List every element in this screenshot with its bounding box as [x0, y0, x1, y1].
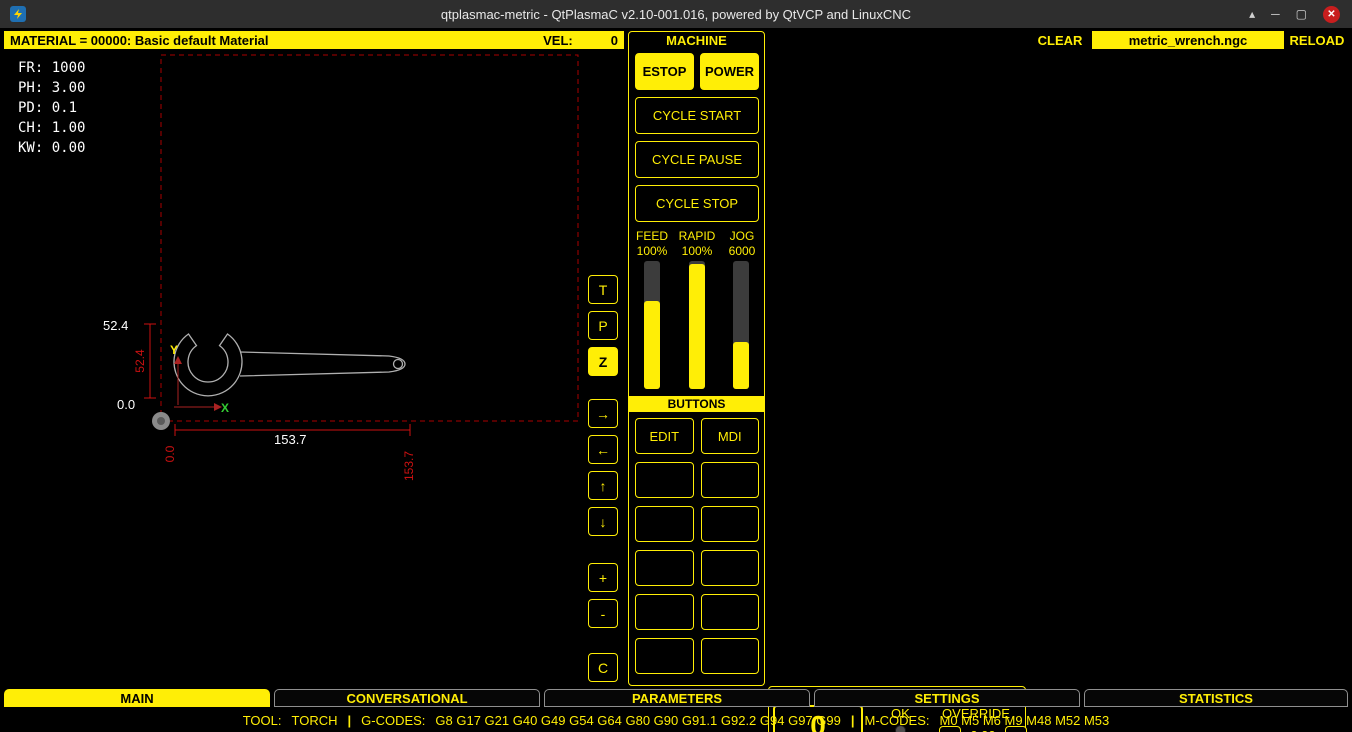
preview-area: Y X 52.4 0.0 153.7 52.4 0.0 153.7 FR: 10… — [4, 50, 624, 686]
material-selector[interactable]: MATERIAL = 00000: Basic default Material… — [4, 31, 624, 49]
status-divider: | — [851, 713, 855, 728]
user-button[interactable] — [701, 550, 760, 586]
cycle-stop-button[interactable]: CYCLE STOP — [635, 185, 759, 222]
rapid-label: RAPID — [675, 229, 719, 243]
machine-panel: MACHINE ESTOP POWER CYCLE START CYCLE PA… — [628, 31, 765, 686]
user-button[interactable] — [701, 594, 760, 630]
user-button[interactable] — [635, 462, 694, 498]
reload-button[interactable]: RELOAD — [1286, 31, 1348, 49]
zoom-out-button[interactable]: - — [588, 599, 618, 628]
view-p-button[interactable]: P — [588, 311, 618, 340]
machine-boundary — [161, 55, 578, 421]
cycle-pause-button[interactable]: CYCLE PAUSE — [635, 141, 759, 178]
feed-value: 100% — [630, 244, 674, 258]
dimension-lines — [144, 324, 410, 436]
material-label: MATERIAL = 00000: Basic default Material — [10, 33, 269, 48]
clear-button[interactable]: CLEAR — [1030, 31, 1090, 49]
mdi-button[interactable]: MDI — [701, 418, 760, 454]
tab-settings[interactable]: SETTINGS — [814, 689, 1080, 707]
user-button[interactable] — [701, 506, 760, 542]
feed-label: FEED — [630, 229, 674, 243]
rapid-value: 100% — [675, 244, 719, 258]
maximize-icon[interactable]: ▢ — [1296, 7, 1307, 21]
pan-down-button[interactable]: ↓ — [588, 507, 618, 536]
titlebar: qtplasmac-metric - QtPlasmaC v2.10-001.0… — [0, 0, 1352, 28]
shade-icon[interactable]: ▴ — [1249, 7, 1255, 21]
estop-button[interactable]: ESTOP — [635, 53, 694, 90]
velocity-value: 0 — [611, 33, 618, 48]
app-window: qtplasmac-metric - QtPlasmaC v2.10-001.0… — [0, 0, 1352, 732]
clear-plot-button[interactable]: C — [588, 653, 618, 682]
gcodes-label: G-CODES: — [361, 713, 425, 728]
dim-width-x: 153.7 — [274, 432, 307, 447]
tab-main[interactable]: MAIN — [4, 689, 270, 707]
minimize-icon[interactable]: ─ — [1271, 7, 1280, 21]
rapid-slider[interactable] — [689, 261, 705, 389]
dim-zero-y: 0.0 — [117, 397, 135, 412]
tool-label: TOOL: — [243, 713, 282, 728]
dim-zero-x-rotated: 0.0 — [163, 445, 177, 462]
tab-statistics[interactable]: STATISTICS — [1084, 689, 1348, 707]
user-button[interactable] — [701, 462, 760, 498]
user-button[interactable] — [635, 506, 694, 542]
pan-right-button[interactable]: → — [588, 399, 618, 428]
tab-parameters[interactable]: PARAMETERS — [544, 689, 810, 707]
feed-slider[interactable] — [644, 261, 660, 389]
power-button[interactable]: POWER — [700, 53, 759, 90]
jog-label: JOG — [720, 229, 764, 243]
status-divider: | — [347, 713, 351, 728]
window-title: qtplasmac-metric - QtPlasmaC v2.10-001.0… — [0, 7, 1352, 22]
wrench-outline — [174, 334, 405, 396]
view-top-button[interactable]: T — [588, 275, 618, 304]
x-axis-label: X — [221, 401, 229, 415]
edit-button[interactable]: EDIT — [635, 418, 694, 454]
velocity-label: VEL: — [543, 33, 573, 48]
jog-value: 6000 — [720, 244, 764, 258]
user-button[interactable] — [635, 550, 694, 586]
dim-top-y: 52.4 — [103, 318, 128, 333]
tool-value: TORCH — [292, 713, 338, 728]
dim-right-x-rotated: 153.7 — [402, 451, 416, 481]
mcodes-value: M0 M5 M6 M9 M48 M52 M53 — [939, 713, 1109, 728]
loaded-file-name: metric_wrench.ngc — [1092, 31, 1284, 49]
user-button[interactable] — [635, 594, 694, 630]
y-axis-label: Y — [170, 343, 178, 357]
close-icon[interactable]: ✕ — [1323, 6, 1340, 23]
cut-parameters: FR: 1000 PH: 3.00 PD: 0.1 CH: 1.00 KW: 0… — [18, 58, 85, 158]
machine-header: MACHINE — [629, 32, 764, 48]
pan-up-button[interactable]: ↑ — [588, 471, 618, 500]
zoom-in-button[interactable]: + — [588, 563, 618, 592]
cycle-start-button[interactable]: CYCLE START — [635, 97, 759, 134]
tab-conversational[interactable]: CONVERSATIONAL — [274, 689, 540, 707]
preview-plot[interactable]: Y X 52.4 0.0 153.7 52.4 0.0 153.7 — [4, 50, 624, 686]
user-button[interactable] — [635, 638, 694, 674]
gcodes-value: G8 G17 G21 G40 G49 G54 G64 G80 G90 G91.1… — [435, 713, 840, 728]
user-button[interactable] — [701, 638, 760, 674]
mcodes-label: M-CODES: — [864, 713, 929, 728]
pan-left-button[interactable]: ← — [588, 435, 618, 464]
dim-left-y-rotated: 52.4 — [133, 349, 147, 373]
jog-slider[interactable] — [733, 261, 749, 389]
origin-marker — [152, 412, 170, 430]
buttons-header: BUTTONS — [629, 396, 764, 412]
status-bar: TOOL: TORCH | G-CODES: G8 G17 G21 G40 G4… — [0, 708, 1352, 732]
view-z-button[interactable]: Z — [588, 347, 618, 376]
